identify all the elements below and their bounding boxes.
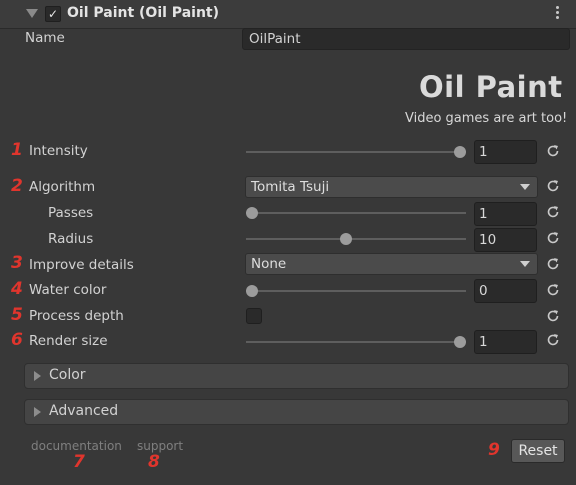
algorithm-label: Algorithm	[29, 179, 96, 195]
marker-7: 7	[73, 452, 85, 472]
reset-passes-icon[interactable]	[545, 204, 561, 220]
radius-value-field[interactable]: 10	[474, 228, 537, 252]
reset-intensity-icon[interactable]	[545, 143, 561, 159]
intensity-slider-knob[interactable]	[454, 146, 466, 158]
reset-water-color-icon[interactable]	[545, 282, 561, 298]
radius-slider-knob[interactable]	[339, 233, 352, 245]
reset-button[interactable]: Reset	[511, 439, 565, 463]
collapse-arrow-icon[interactable]	[26, 9, 38, 18]
water-color-label: Water color	[29, 282, 107, 298]
process-depth-label: Process depth	[29, 308, 124, 324]
support-link[interactable]: support	[137, 439, 183, 453]
logo-title: Oil Paint	[419, 70, 563, 104]
name-label: Name	[25, 30, 65, 46]
reset-radius-icon[interactable]	[545, 230, 561, 246]
water-color-slider-track[interactable]	[246, 290, 466, 292]
component-title: Oil Paint (Oil Paint)	[67, 5, 219, 21]
expand-arrow-icon	[34, 371, 41, 381]
render-size-slider-knob[interactable]	[454, 336, 466, 348]
intensity-label: Intensity	[29, 143, 88, 159]
render-size-value-field[interactable]: 1	[474, 330, 537, 354]
intensity-value-field[interactable]: 1	[474, 140, 537, 164]
name-input[interactable]	[242, 28, 570, 50]
intensity-slider-track[interactable]	[246, 151, 466, 153]
marker-5: 5	[11, 305, 23, 325]
kebab-menu-icon[interactable]	[552, 6, 562, 22]
marker-2: 2	[11, 176, 23, 196]
reset-render-size-icon[interactable]	[545, 332, 561, 348]
color-section-foldout[interactable]	[24, 363, 569, 389]
water-color-value-field[interactable]: 0	[474, 279, 537, 303]
passes-value-field[interactable]: 1	[474, 202, 537, 226]
reset-improve-details-icon[interactable]	[545, 256, 561, 272]
render-size-label: Render size	[29, 333, 108, 349]
marker-9: 9	[488, 440, 500, 460]
process-depth-checkbox[interactable]	[246, 308, 262, 324]
passes-label: Passes	[48, 205, 94, 221]
improve-details-selected: None	[251, 256, 287, 272]
algorithm-selected: Tomita Tsuji	[251, 179, 330, 195]
radius-label: Radius	[48, 231, 94, 247]
expand-arrow-icon	[34, 407, 41, 417]
render-size-slider-track[interactable]	[246, 341, 466, 343]
improve-details-label: Improve details	[29, 257, 134, 273]
color-section-label: Color	[49, 367, 86, 383]
marker-4: 4	[11, 279, 23, 299]
passes-slider-track[interactable]	[246, 212, 466, 214]
marker-1: 1	[11, 140, 23, 160]
marker-6: 6	[11, 330, 23, 350]
improve-details-dropdown[interactable]: None	[245, 253, 538, 275]
algorithm-dropdown[interactable]: Tomita Tsuji	[245, 176, 538, 198]
marker-3: 3	[11, 253, 23, 273]
water-color-slider-knob[interactable]	[246, 285, 258, 297]
chevron-down-icon	[520, 261, 530, 267]
chevron-down-icon	[520, 184, 530, 190]
marker-8: 8	[148, 452, 160, 472]
logo-tagline: Video games are art too!	[405, 111, 568, 126]
component-enabled-checkbox[interactable]: ✓	[45, 6, 61, 22]
documentation-link[interactable]: documentation	[31, 439, 122, 453]
reset-algorithm-icon[interactable]	[545, 178, 561, 194]
radius-slider-track[interactable]	[246, 238, 466, 240]
reset-process-depth-icon[interactable]	[545, 308, 561, 324]
advanced-section-label: Advanced	[49, 403, 119, 419]
passes-slider-knob[interactable]	[246, 207, 258, 219]
